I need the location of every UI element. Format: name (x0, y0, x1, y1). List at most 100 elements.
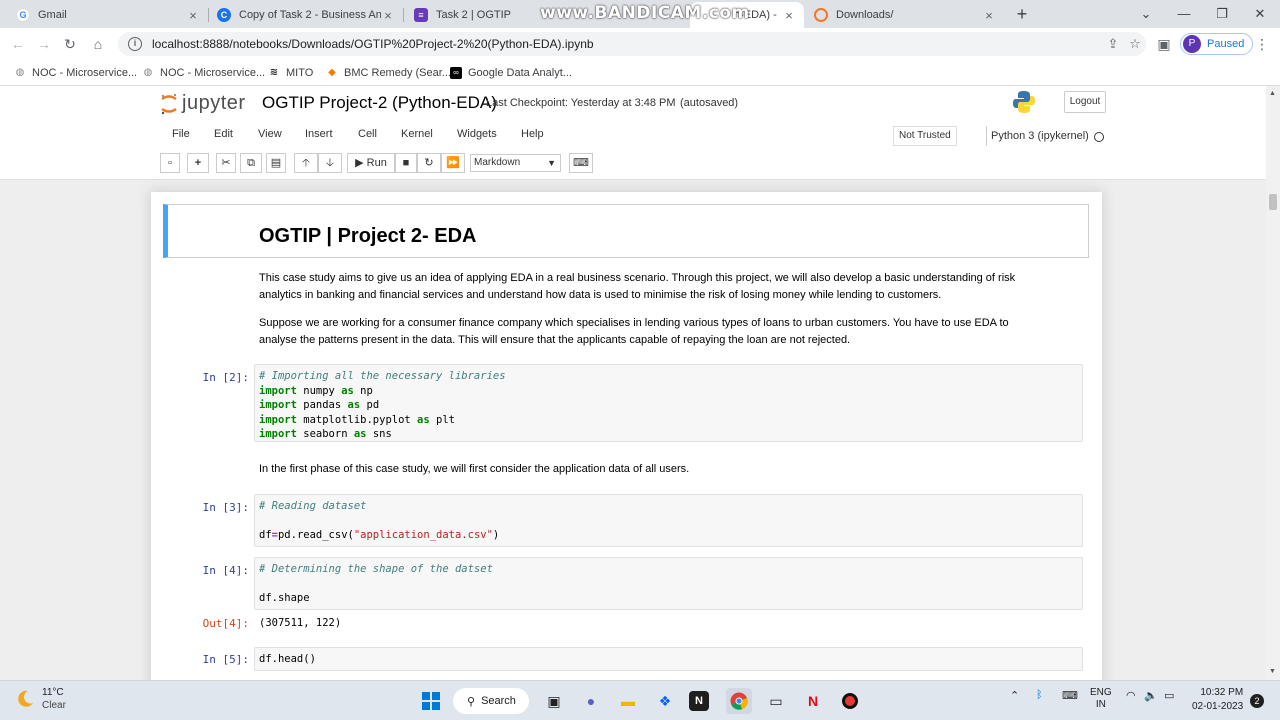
site-info-icon[interactable]: i (128, 37, 142, 51)
menu-widgets[interactable]: Widgets (457, 128, 497, 140)
logout-button[interactable]: Logout (1064, 91, 1106, 113)
close-icon[interactable]: × (982, 8, 996, 23)
run-button[interactable]: ▶ Run (347, 153, 395, 173)
notebook-title[interactable]: OGTIP Project-2 (Python-EDA) (262, 93, 497, 113)
bookmark-noc-1[interactable]: ◍ NOC - Microservice... (14, 64, 138, 82)
teams-chat-icon[interactable]: ● (578, 688, 604, 714)
menu-view[interactable]: View (258, 128, 282, 140)
tab-downloads[interactable]: Downloads/ × (806, 2, 1004, 28)
tab-gmail[interactable]: G Gmail × (8, 2, 208, 28)
code-comment: # Determining the shape of the datset (259, 563, 493, 575)
bookmark-google-data[interactable]: ∞ Google Data Analyt... (450, 64, 572, 82)
code-line: import pandas as pd (259, 399, 380, 411)
taskbar-search[interactable]: ⚲ Search (453, 688, 529, 714)
kebab-menu-icon[interactable]: ⋮ (1252, 34, 1272, 54)
close-icon[interactable]: × (186, 8, 200, 23)
menu-file[interactable]: File (172, 128, 190, 140)
cut-icon[interactable]: ✂ (216, 153, 236, 173)
volume-icon[interactable]: 🔈 (1144, 689, 1158, 702)
profile-button[interactable]: P Paused (1180, 33, 1254, 55)
bookmark-label: MITO (286, 67, 314, 79)
windows-start-icon[interactable] (418, 688, 444, 714)
bookmark-bmc-remedy[interactable]: ◆ BMC Remedy (Sear... (326, 64, 451, 82)
keyboard-layout-icon[interactable]: ⌨ (1062, 689, 1078, 702)
forward-arrow-icon[interactable]: → (34, 34, 54, 54)
system-clock[interactable]: 10:32 PM 02-01-2023 (1192, 686, 1243, 714)
side-panel-icon[interactable]: ▣ (1154, 34, 1174, 54)
markdown-paragraph-1[interactable]: This case study aims to give us an idea … (259, 270, 1079, 304)
address-bar[interactable]: i localhost:8888/notebooks/Downloads/OGT… (118, 32, 1146, 56)
dropbox-icon[interactable]: ❖ (652, 688, 678, 714)
markdown-paragraph-2[interactable]: Suppose we are working for a consumer fi… (259, 315, 1079, 349)
notion-icon[interactable]: N (689, 691, 709, 711)
maximize-icon[interactable]: ❐ (1212, 4, 1232, 24)
home-icon[interactable]: ⌂ (88, 34, 108, 54)
language-indicator[interactable]: ENG IN (1090, 687, 1112, 711)
chevron-down-icon: ▼ (547, 158, 556, 168)
code-line: df.head() (259, 653, 316, 665)
bookmark-star-icon[interactable]: ☆ (1124, 36, 1146, 52)
menu-kernel[interactable]: Kernel (401, 128, 433, 140)
save-icon[interactable]: ▫ (160, 153, 180, 173)
move-up-icon[interactable]: 🡡 (294, 153, 318, 173)
weather-widget[interactable]: 11°C Clear (14, 686, 66, 712)
bookmark-mito[interactable]: ≋ MITO (268, 64, 314, 82)
code-cell-read-csv[interactable]: # Reading dataset df=pd.read_csv("applic… (254, 494, 1083, 547)
netflix-icon[interactable]: N (800, 688, 826, 714)
file-explorer-icon[interactable]: ▬ (615, 688, 641, 714)
terminal-icon[interactable]: ▭ (763, 688, 789, 714)
code-cell-head[interactable]: df.head() (254, 647, 1083, 671)
input-prompt: In [5]: (202, 653, 249, 666)
jupyter-logo[interactable]: jupyter (160, 92, 246, 115)
menu-help[interactable]: Help (521, 128, 544, 140)
window-close-icon[interactable]: ✕ (1250, 4, 1270, 24)
restart-icon[interactable]: ↻ (417, 153, 441, 173)
tab-copy-of-task-2[interactable]: C Copy of Task 2 - Business Analyst × (209, 2, 403, 28)
keyboard-icon[interactable]: ⌨ (569, 153, 593, 173)
minimize-icon[interactable]: — (1174, 4, 1194, 24)
bookmarks-bar: ◍ NOC - Microservice... ◍ NOC - Microser… (0, 60, 1280, 86)
scroll-down-icon[interactable]: ▼ (1269, 668, 1276, 675)
menu-edit[interactable]: Edit (214, 128, 233, 140)
page-scrollbar[interactable]: ▲ ▼ (1266, 86, 1280, 680)
bookmark-noc-2[interactable]: ◍ NOC - Microservice... (142, 64, 266, 82)
move-down-icon[interactable]: 🡣 (318, 153, 342, 173)
url-text[interactable]: localhost:8888/notebooks/Downloads/OGTIP… (152, 37, 1102, 51)
paste-icon[interactable]: ▤ (266, 153, 286, 173)
mito-icon: ≋ (269, 67, 279, 78)
bluetooth-icon[interactable]: ᛒ (1036, 689, 1043, 701)
markdown-paragraph-3[interactable]: In the first phase of this case study, w… (259, 461, 1079, 478)
chevron-down-icon[interactable]: ⌄ (1136, 4, 1156, 24)
insert-cell-icon[interactable]: + (187, 153, 209, 173)
menu-insert[interactable]: Insert (305, 128, 333, 140)
code-cell-shape[interactable]: # Determining the shape of the datset df… (254, 557, 1083, 610)
kernel-name[interactable]: Python 3 (ipykernel) (986, 126, 1089, 146)
wifi-icon[interactable]: ◠ (1126, 689, 1136, 702)
run-label: Run (366, 157, 387, 169)
tab-task-2-ogtip[interactable]: ≡ Task 2 | OGTIP (406, 2, 540, 28)
code-cell-imports[interactable]: # Importing all the necessary libraries … (254, 364, 1083, 442)
stop-icon[interactable]: ■ (395, 153, 417, 173)
menu-cell[interactable]: Cell (358, 128, 377, 140)
task-view-icon[interactable]: ▣ (541, 688, 567, 714)
notebook-container[interactable]: OGTIP | Project 2- EDA This case study a… (0, 180, 1266, 680)
close-icon[interactable]: × (782, 8, 796, 23)
close-icon[interactable]: × (381, 8, 395, 23)
chrome-icon[interactable] (726, 688, 752, 714)
play-icon: ▶ (355, 157, 364, 169)
chevron-up-icon[interactable]: ⌃ (1010, 689, 1019, 702)
battery-icon[interactable]: ▭ (1164, 689, 1174, 702)
copy-icon[interactable]: ⧉ (240, 153, 262, 173)
reload-icon[interactable]: ↻ (60, 34, 80, 54)
scrollbar-thumb[interactable] (1269, 194, 1277, 210)
new-tab-button[interactable]: + (1012, 4, 1032, 24)
share-icon[interactable]: ⇪ (1102, 36, 1124, 52)
fast-forward-icon[interactable]: ⏩ (441, 153, 465, 173)
back-arrow-icon[interactable]: ← (8, 34, 28, 54)
notification-badge[interactable]: 2 (1250, 694, 1264, 708)
cell-type-select[interactable]: Markdown ▼ (470, 154, 561, 172)
trust-status-button[interactable]: Not Trusted (893, 126, 957, 146)
output-prompt: Out[4]: (202, 617, 249, 630)
bandicam-icon[interactable] (837, 688, 863, 714)
scroll-up-icon[interactable]: ▲ (1269, 90, 1276, 97)
